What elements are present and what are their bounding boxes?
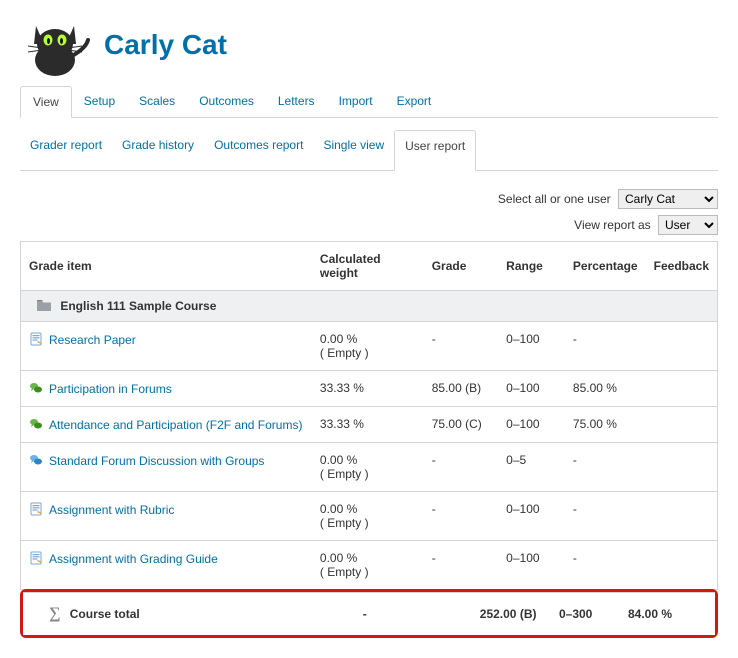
- cell-weight: 33.33 %: [312, 371, 424, 407]
- cell-grade: -: [424, 322, 498, 371]
- cell-grade: 85.00 (B): [424, 371, 498, 407]
- grade-item-link[interactable]: Attendance and Participation (F2F and Fo…: [49, 418, 302, 432]
- col-grade: Grade: [424, 242, 498, 291]
- cell-grade: -: [424, 443, 498, 492]
- grade-item-link[interactable]: Assignment with Rubric: [49, 503, 174, 517]
- tab-scales[interactable]: Scales: [127, 86, 187, 116]
- cell-percentage: -: [565, 541, 646, 590]
- cell-grade: 75.00 (C): [424, 407, 498, 443]
- course-total-percentage: 84.00 %: [620, 593, 699, 636]
- table-row: Participation in Forums 33.33 %85.00 (B)0…: [21, 371, 718, 407]
- col-weight: Calculated weight: [312, 242, 424, 291]
- cell-range: 0–100: [498, 492, 565, 541]
- course-total-row: ∑ Course total - 252.00 (B) 0–300 84.00 …: [23, 593, 715, 636]
- course-total-range: 0–300: [551, 593, 620, 636]
- table-row: Research Paper0.00 %( Empty )-0–100-: [21, 322, 718, 371]
- page-header: Carly Cat: [20, 10, 718, 80]
- table-header-row: Grade item Calculated weight Grade Range…: [21, 242, 718, 291]
- cell-weight: 33.33 %: [312, 407, 424, 443]
- cell-range: 0–100: [498, 407, 565, 443]
- col-percentage: Percentage: [565, 242, 646, 291]
- course-total-highlight: ∑ Course total - 252.00 (B) 0–300 84.00 …: [20, 589, 718, 638]
- report-filters: Select all or one user Carly Cat View re…: [20, 189, 718, 235]
- tab-grader-report[interactable]: Grader report: [20, 130, 112, 160]
- cell-weight: 0.00 %( Empty ): [312, 492, 424, 541]
- cell-percentage: 75.00 %: [565, 407, 646, 443]
- tab-outcomes[interactable]: Outcomes: [187, 86, 266, 116]
- cell-grade: -: [424, 492, 498, 541]
- assignment-icon: [29, 332, 43, 346]
- col-feedback: Feedback: [646, 242, 718, 291]
- page-title: Carly Cat: [104, 29, 227, 61]
- table-row: Assignment with Rubric0.00 %( Empty )-0–…: [21, 492, 718, 541]
- secondary-tabs: Grader report Grade history Outcomes rep…: [20, 118, 718, 171]
- cell-feedback: [646, 407, 718, 443]
- cell-feedback: [646, 322, 718, 371]
- folder-icon: [37, 299, 51, 311]
- table-row: Assignment with Grading Guide 0.00 %( Emp…: [21, 541, 718, 590]
- cell-range: 0–100: [498, 371, 565, 407]
- cell-percentage: -: [565, 322, 646, 371]
- col-range: Range: [498, 242, 565, 291]
- course-total-feedback: [699, 593, 715, 636]
- category-name: English 111 Sample Course: [60, 299, 216, 313]
- grades-table: Grade item Calculated weight Grade Range…: [20, 241, 718, 590]
- cell-feedback: [646, 443, 718, 492]
- cell-weight: 0.00 %( Empty ): [312, 443, 424, 492]
- grade-item-link[interactable]: Participation in Forums: [49, 382, 172, 396]
- forum-green-icon: [29, 381, 43, 395]
- cell-percentage: -: [565, 492, 646, 541]
- forum-green-icon: [29, 417, 43, 431]
- select-user-dropdown[interactable]: Carly Cat: [618, 189, 718, 209]
- sigma-icon: ∑: [49, 605, 60, 622]
- tab-export[interactable]: Export: [385, 86, 444, 116]
- assignment-icon: [29, 551, 43, 565]
- tab-single-view[interactable]: Single view: [313, 130, 394, 160]
- view-as-label: View report as: [574, 218, 650, 232]
- grade-item-link[interactable]: Standard Forum Discussion with Groups: [49, 454, 264, 468]
- tab-outcomes-report[interactable]: Outcomes report: [204, 130, 313, 160]
- cell-range: 0–100: [498, 541, 565, 590]
- grade-item-link[interactable]: Research Paper: [49, 333, 136, 347]
- cell-feedback: [646, 371, 718, 407]
- category-row: English 111 Sample Course: [21, 291, 718, 322]
- cell-weight: 0.00 %( Empty ): [312, 322, 424, 371]
- cell-percentage: -: [565, 443, 646, 492]
- forum-blue-icon: [29, 453, 43, 467]
- cell-weight: 0.00 %( Empty ): [312, 541, 424, 590]
- course-total-weight: -: [355, 593, 472, 636]
- grade-item-link[interactable]: Assignment with Grading Guide: [49, 552, 218, 566]
- cell-grade: -: [424, 541, 498, 590]
- cell-range: 0–100: [498, 322, 565, 371]
- table-row: Standard Forum Discussion with Groups 0.0…: [21, 443, 718, 492]
- avatar: [20, 10, 90, 80]
- view-as-dropdown[interactable]: User: [658, 215, 718, 235]
- tab-setup[interactable]: Setup: [72, 86, 127, 116]
- primary-tabs: View Setup Scales Outcomes Letters Impor…: [20, 86, 718, 118]
- tab-letters[interactable]: Letters: [266, 86, 327, 116]
- tab-grade-history[interactable]: Grade history: [112, 130, 204, 160]
- cell-feedback: [646, 492, 718, 541]
- assignment-icon: [29, 502, 43, 516]
- course-total-grade: 252.00 (B): [472, 593, 551, 636]
- course-total-label: Course total: [70, 607, 140, 621]
- col-grade-item: Grade item: [21, 242, 312, 291]
- tab-view[interactable]: View: [20, 86, 72, 118]
- cell-percentage: 85.00 %: [565, 371, 646, 407]
- select-user-label: Select all or one user: [498, 192, 611, 206]
- tab-import[interactable]: Import: [327, 86, 385, 116]
- table-row: Attendance and Participation (F2F and Fo…: [21, 407, 718, 443]
- cell-range: 0–5: [498, 443, 565, 492]
- cell-feedback: [646, 541, 718, 590]
- tab-user-report[interactable]: User report: [394, 130, 476, 171]
